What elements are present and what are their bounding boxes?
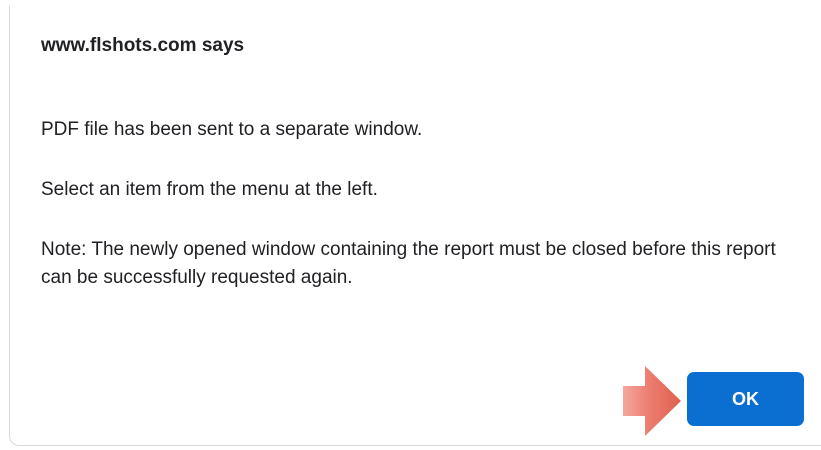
ok-button[interactable]: OK [687, 372, 804, 426]
dialog-title: www.flshots.com says [41, 35, 245, 56]
dialog-message-pdf-sent: PDF file has been sent to a separate win… [41, 119, 423, 140]
alert-dialog: www.flshots.com says PDF file has been s… [9, 6, 821, 446]
arrow-right-icon [623, 366, 681, 436]
dialog-message-select-item: Select an item from the menu at the left… [41, 179, 378, 200]
dialog-message-note: Note: The newly opened window containing… [41, 239, 776, 288]
